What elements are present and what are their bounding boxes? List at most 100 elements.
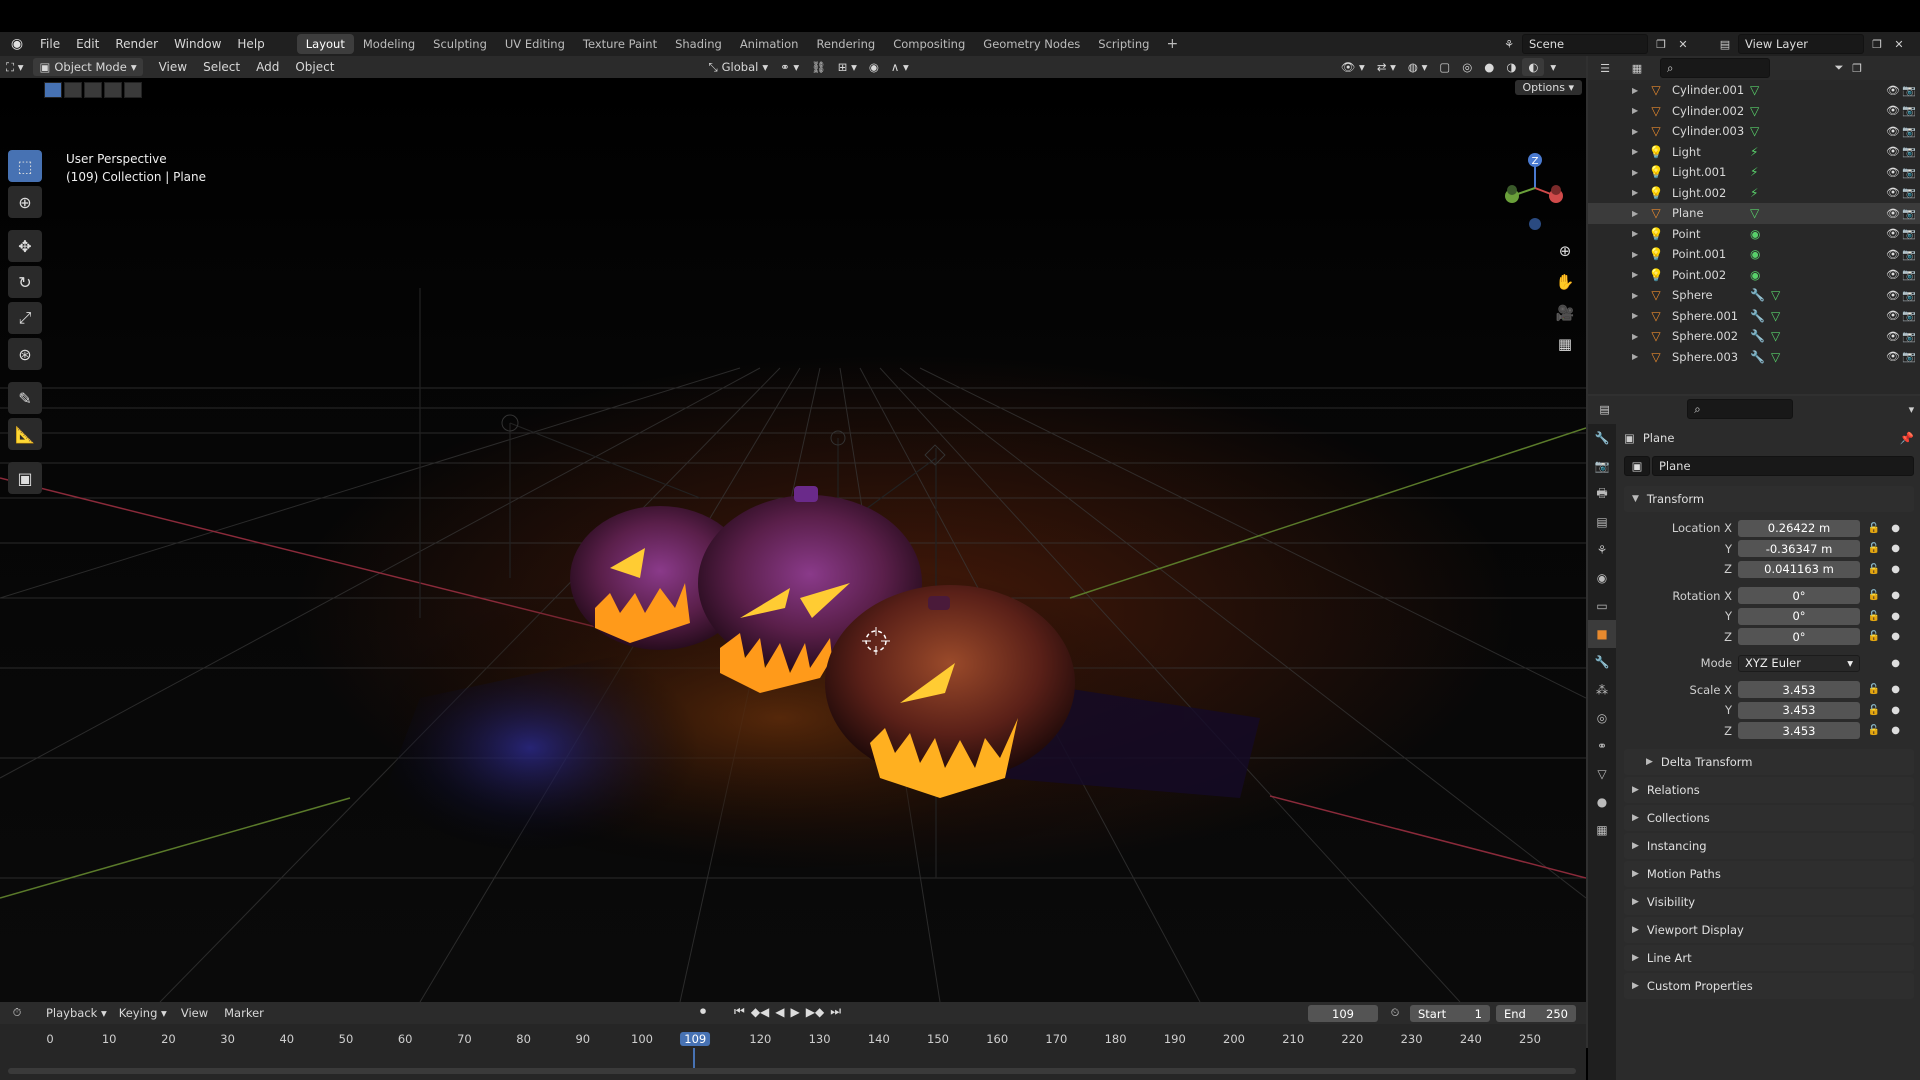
- overlay-toggle[interactable]: ◍ ▾: [1402, 58, 1433, 76]
- panel-header-viewport-display[interactable]: ▶ Viewport Display: [1624, 917, 1914, 943]
- render-camera-icon[interactable]: 📷: [1902, 125, 1916, 138]
- scale-x-field[interactable]: 3.453: [1738, 681, 1860, 699]
- shading-material[interactable]: ◑: [1500, 58, 1522, 76]
- eye-icon[interactable]: 👁: [1886, 248, 1900, 261]
- object-name-field[interactable]: Plane: [1652, 456, 1914, 476]
- panel-header-relations[interactable]: ▶ Relations: [1624, 777, 1914, 803]
- wrench-modifier-icon[interactable]: 🔧: [1750, 350, 1765, 364]
- outliner-row[interactable]: ▶ ▽ Sphere.002 🔧 ▽ 👁 📷: [1588, 326, 1920, 347]
- eye-icon[interactable]: 👁: [1886, 186, 1900, 199]
- scene-icon[interactable]: ⚘: [1500, 35, 1518, 53]
- tool-tab-icon[interactable]: 🔧: [1588, 424, 1616, 452]
- transform-tool-icon[interactable]: ⊛: [8, 338, 42, 370]
- move-tool-icon[interactable]: ✥: [8, 230, 42, 262]
- eye-icon[interactable]: 👁: [1886, 309, 1900, 322]
- editor-type-button[interactable]: ⛶ ▾: [0, 58, 29, 76]
- panel-header-collections[interactable]: ▶ Collections: [1624, 805, 1914, 831]
- ortho-grid-icon[interactable]: ▦: [1552, 331, 1578, 357]
- gizmo-toggle[interactable]: ⇄ ▾: [1371, 58, 1402, 76]
- render-camera-icon[interactable]: 📷: [1902, 186, 1916, 199]
- select-intersect-button[interactable]: [124, 82, 142, 98]
- close-scene-icon[interactable]: ✕: [1674, 35, 1692, 53]
- render-camera-icon[interactable]: 📷: [1902, 289, 1916, 302]
- outliner-search-input[interactable]: ⌕: [1660, 58, 1770, 78]
- 3d-viewport[interactable]: Z Options ▾ User Perspective (109) Colle…: [0, 78, 1586, 1002]
- select-box-tool-icon[interactable]: ⬚: [8, 150, 42, 182]
- filter-icon[interactable]: ⏷: [1830, 59, 1848, 77]
- render-camera-icon[interactable]: 📷: [1902, 350, 1916, 363]
- start-frame-field[interactable]: Start 1: [1410, 1005, 1490, 1022]
- tab-rendering[interactable]: Rendering: [807, 34, 884, 54]
- eye-icon[interactable]: 👁: [1886, 207, 1900, 220]
- menu-select[interactable]: Select: [195, 60, 248, 74]
- render-camera-icon[interactable]: 📷: [1902, 309, 1916, 322]
- rotate-tool-icon[interactable]: ↻: [8, 266, 42, 298]
- measure-tool-icon[interactable]: 📐: [8, 418, 42, 450]
- current-frame-field[interactable]: 109: [1308, 1005, 1378, 1022]
- scale-z-field[interactable]: 3.453: [1738, 722, 1860, 740]
- prev-keyframe-icon[interactable]: ◆◀: [751, 1005, 769, 1019]
- expand-arrow-icon[interactable]: ▶: [1632, 147, 1644, 156]
- rotation-x-field[interactable]: 0°: [1738, 587, 1860, 605]
- add-workspace-icon[interactable]: +: [1158, 36, 1186, 52]
- display-mode-icon[interactable]: ▦: [1628, 59, 1646, 77]
- chevron-down-icon[interactable]: ▾: [1903, 400, 1920, 418]
- visibility-dropdown[interactable]: 👁 ▾: [1335, 58, 1371, 76]
- snap-toggle[interactable]: ⛓: [805, 58, 832, 76]
- menu-edit[interactable]: Edit: [68, 37, 107, 51]
- camera-view-icon[interactable]: 🎥: [1552, 300, 1578, 326]
- point-data-icon[interactable]: ◉: [1750, 227, 1760, 241]
- outliner-row[interactable]: ▶ ▽ Sphere.001 🔧 ▽ 👁 📷: [1588, 306, 1920, 327]
- keyframe-dot-icon[interactable]: ●: [1891, 725, 1900, 736]
- location-y-field[interactable]: -0.36347 m: [1738, 540, 1860, 558]
- select-new-button[interactable]: [44, 82, 62, 98]
- menu-file[interactable]: File: [32, 37, 68, 51]
- lock-icon[interactable]: 🔓: [1868, 523, 1880, 534]
- eye-icon[interactable]: 👁: [1886, 330, 1900, 343]
- particles-tab-icon[interactable]: ⁂: [1588, 676, 1616, 704]
- eye-icon[interactable]: 👁: [1886, 268, 1900, 281]
- light-data-icon[interactable]: ⚡: [1750, 165, 1758, 179]
- timeline-view-menu[interactable]: View: [173, 1006, 216, 1020]
- render-camera-icon[interactable]: 📷: [1902, 330, 1916, 343]
- keyframe-dot-icon[interactable]: ●: [1891, 684, 1900, 695]
- keyframe-dot-icon[interactable]: ●: [1891, 543, 1900, 554]
- outliner-row[interactable]: ▶ 💡 Light ⚡ 👁 📷: [1588, 142, 1920, 163]
- eye-icon[interactable]: 👁: [1886, 227, 1900, 240]
- keyframe-dot-icon[interactable]: ●: [1891, 564, 1900, 575]
- view-layer-tab-icon[interactable]: ▤: [1588, 508, 1616, 536]
- object-type-dropdown[interactable]: ▣: [1624, 456, 1650, 476]
- pin-icon[interactable]: 📌: [1900, 431, 1914, 445]
- expand-arrow-icon[interactable]: ▶: [1632, 311, 1644, 320]
- mesh-data-icon[interactable]: ▽: [1771, 309, 1780, 323]
- keyframe-dot-icon[interactable]: ●: [1891, 590, 1900, 601]
- keyframe-dot-icon[interactable]: ●: [1891, 631, 1900, 642]
- timeline-editor-type-icon[interactable]: ⏱: [8, 1004, 26, 1022]
- render-camera-icon[interactable]: 📷: [1902, 248, 1916, 261]
- tab-scripting[interactable]: Scripting: [1089, 34, 1158, 54]
- pan-hand-icon[interactable]: ✋: [1552, 269, 1578, 295]
- outliner-row[interactable]: ▶ ▽ Sphere 🔧 ▽ 👁 📷: [1588, 285, 1920, 306]
- panel-header-line-art[interactable]: ▶ Line Art: [1624, 945, 1914, 971]
- view-layer-field[interactable]: View Layer: [1738, 34, 1864, 54]
- menu-object[interactable]: Object: [287, 60, 342, 74]
- timeline-scrollbar[interactable]: [8, 1068, 1576, 1074]
- menu-help[interactable]: Help: [229, 37, 272, 51]
- keyframe-dot-icon[interactable]: ●: [1891, 658, 1900, 669]
- render-camera-icon[interactable]: 📷: [1902, 268, 1916, 281]
- menu-render[interactable]: Render: [107, 37, 166, 51]
- lock-icon[interactable]: 🔓: [1868, 725, 1880, 736]
- mesh-data-icon[interactable]: ▽: [1771, 350, 1780, 364]
- menu-view[interactable]: View: [151, 60, 195, 74]
- snap-target-dropdown[interactable]: ⊞ ▾: [832, 58, 863, 76]
- mesh-data-icon[interactable]: ▽: [1750, 104, 1759, 118]
- shading-solid[interactable]: ●: [1478, 58, 1500, 76]
- orientation-dropdown[interactable]: ⤡ Global ▾: [702, 58, 774, 76]
- light-data-icon[interactable]: ⚡: [1750, 145, 1758, 159]
- mesh-data-icon[interactable]: ▽: [1771, 288, 1780, 302]
- lock-icon[interactable]: 🔓: [1868, 631, 1880, 642]
- scale-tool-icon[interactable]: ⤢: [8, 302, 42, 334]
- rotation-mode-dropdown[interactable]: XYZ Euler ▾: [1738, 654, 1860, 672]
- pivot-dropdown[interactable]: ⚭ ▾: [774, 58, 805, 76]
- object-tab-icon[interactable]: ■: [1588, 620, 1616, 648]
